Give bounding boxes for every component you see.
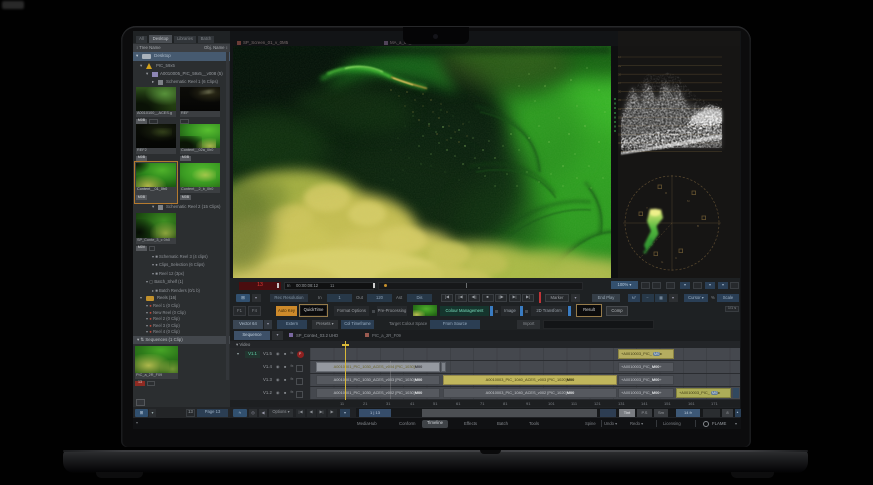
svg-text:08: 08 (618, 72, 622, 76)
svg-text:09: 09 (618, 64, 622, 68)
svg-text:10: 10 (618, 55, 622, 59)
svg-text:04: 04 (618, 107, 622, 111)
svg-text:05: 05 (618, 98, 622, 102)
svg-text:Y: Y (646, 206, 648, 210)
svg-text:B: B (697, 224, 699, 228)
svg-text:06: 06 (618, 90, 622, 94)
svg-text:07: 07 (618, 81, 622, 85)
